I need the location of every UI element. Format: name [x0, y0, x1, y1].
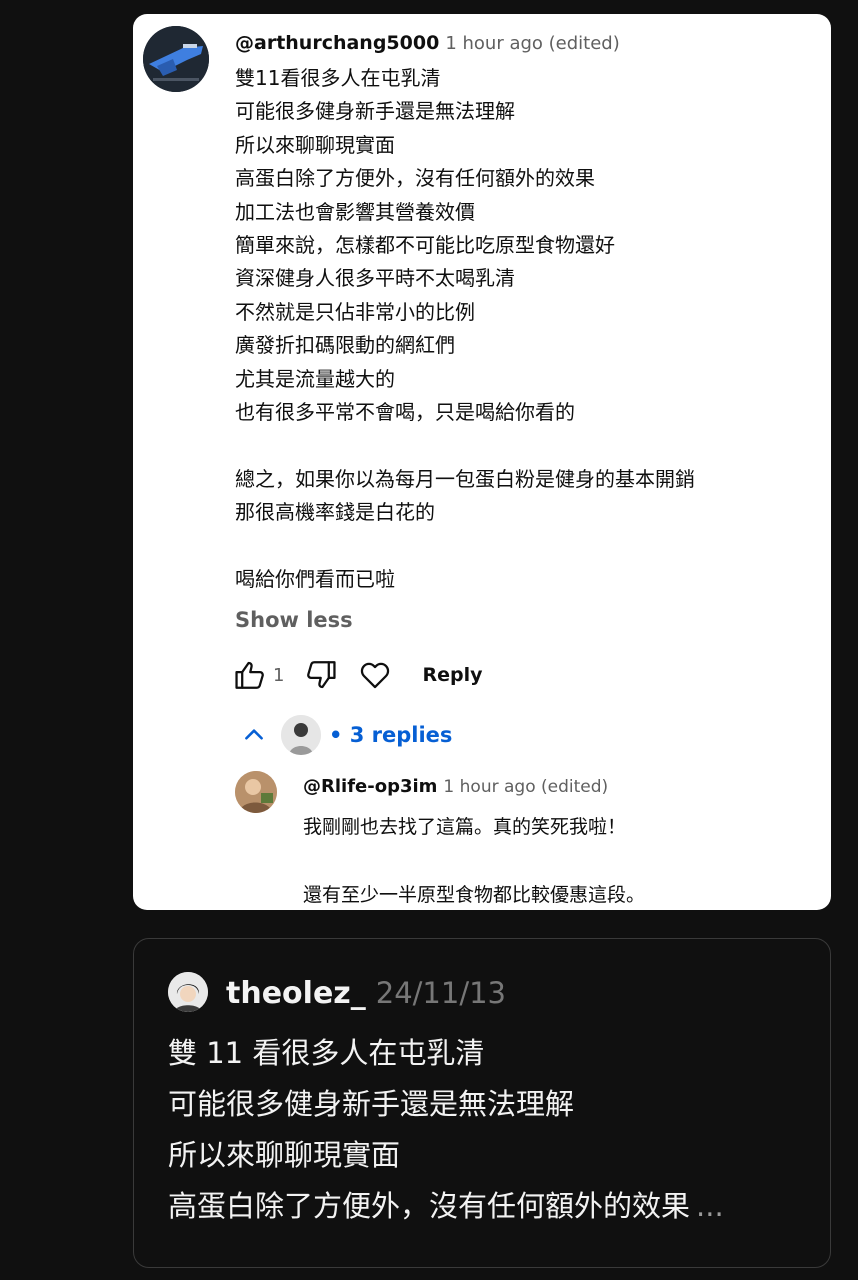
- threads-post-line: 所以來聊聊現實面: [168, 1138, 401, 1172]
- threads-post-date: 24/11/13: [375, 976, 506, 1010]
- comment-line: 加工法也會影響其營養效價: [235, 199, 475, 224]
- threads-post-card[interactable]: theolez_ 24/11/13 雙 11 看很多人在屯乳清 可能很多健身新手還…: [133, 938, 831, 1268]
- comment-line: 高蛋白除了方便外，沒有任何額外的效果: [235, 166, 595, 191]
- reply-avatar[interactable]: [235, 771, 277, 813]
- comment-line: 可能很多健身新手還是無法理解: [235, 99, 515, 124]
- like-count: 1: [273, 664, 285, 686]
- threads-avatar[interactable]: [168, 972, 208, 1012]
- reply-timestamp[interactable]: 1 hour ago (edited): [443, 777, 608, 797]
- threads-post-body: 雙 11 看很多人在屯乳清 可能很多健身新手還是無法理解 所以來聊聊現實面 高蛋…: [168, 1028, 818, 1232]
- chevron-up-icon: [245, 729, 263, 740]
- comment-line: 簡單來說，怎樣都不可能比吃原型食物還好: [235, 232, 615, 257]
- reply-line: 還有至少一半原型食物都比較優惠這段。: [303, 884, 646, 906]
- comment-line: [235, 529, 815, 562]
- threads-post-line: 高蛋白除了方便外，沒有任何額外的效果...: [168, 1181, 818, 1232]
- comment-line: 雙11看很多人在屯乳清: [235, 66, 441, 90]
- threads-username[interactable]: theolez_: [226, 976, 366, 1011]
- comment-line: 喝給你們看而已啦: [235, 566, 395, 591]
- comment-action-bar: 1 Reply: [231, 655, 482, 695]
- reply-line: [303, 844, 823, 878]
- comment-body: 雙11看很多人在屯乳清 可能很多健身新手還是無法理解 所以來聊聊現實面 高蛋白除…: [235, 62, 815, 596]
- reply-body: 我剛剛也去找了這篇。真的笑死我啦！ 還有至少一半原型食物都比較優惠這段。: [303, 810, 823, 910]
- dislike-icon[interactable]: [302, 655, 340, 695]
- reply-header: @Rlife-op3im 1 hour ago (edited): [303, 774, 608, 800]
- comment-line: 不然就是只佔非常小的比例: [235, 299, 475, 324]
- heart-icon[interactable]: [356, 655, 394, 695]
- youtube-comment-card: @arthurchang5000 1 hour ago (edited) 雙11看…: [133, 14, 831, 910]
- commenter-avatar[interactable]: [143, 26, 209, 92]
- reply-line: 我剛剛也去找了這篇。真的笑死我啦！: [303, 816, 627, 838]
- comment-line: [235, 429, 815, 462]
- comment-line: 所以來聊聊現實面: [235, 132, 395, 157]
- reply-button[interactable]: Reply: [422, 664, 482, 686]
- view-replies-toggle[interactable]: • 3 replies: [241, 714, 452, 756]
- threads-post-line-text: 高蛋白除了方便外，沒有任何額外的效果: [168, 1189, 691, 1223]
- comment-line: 廣發折扣碼限動的網紅們: [235, 333, 455, 358]
- commenter-handle[interactable]: @arthurchang5000: [235, 32, 439, 54]
- comment-header: @arthurchang5000 1 hour ago (edited): [235, 30, 620, 57]
- comment-line: 總之，如果你以為每月一包蛋白粉是健身的基本開銷: [235, 466, 695, 491]
- replies-count-link[interactable]: • 3 replies: [329, 723, 452, 747]
- threads-post-line: 可能很多健身新手還是無法理解: [168, 1087, 575, 1121]
- comment-line: 也有很多平常不會喝，只是喝給你看的: [235, 399, 575, 424]
- screenshot-collage: @arthurchang5000 1 hour ago (edited) 雙11看…: [0, 0, 858, 1280]
- threads-post-header: theolez_ 24/11/13: [226, 973, 506, 1018]
- like-icon[interactable]: [231, 655, 269, 695]
- threads-post-line: 雙 11 看很多人在屯乳清: [168, 1036, 485, 1070]
- comment-timestamp[interactable]: 1 hour ago (edited): [445, 33, 619, 54]
- comment-line: 那很高機率錢是白花的: [235, 500, 435, 525]
- show-less-button[interactable]: Show less: [235, 605, 353, 635]
- creator-avatar: [281, 715, 321, 755]
- comment-line: 資深健身人很多平時不太喝乳清: [235, 266, 515, 291]
- reply-handle[interactable]: @Rlife-op3im: [303, 776, 437, 797]
- see-more-ellipsis[interactable]: ...: [696, 1189, 724, 1223]
- comment-line: 尤其是流量越大的: [235, 366, 395, 391]
